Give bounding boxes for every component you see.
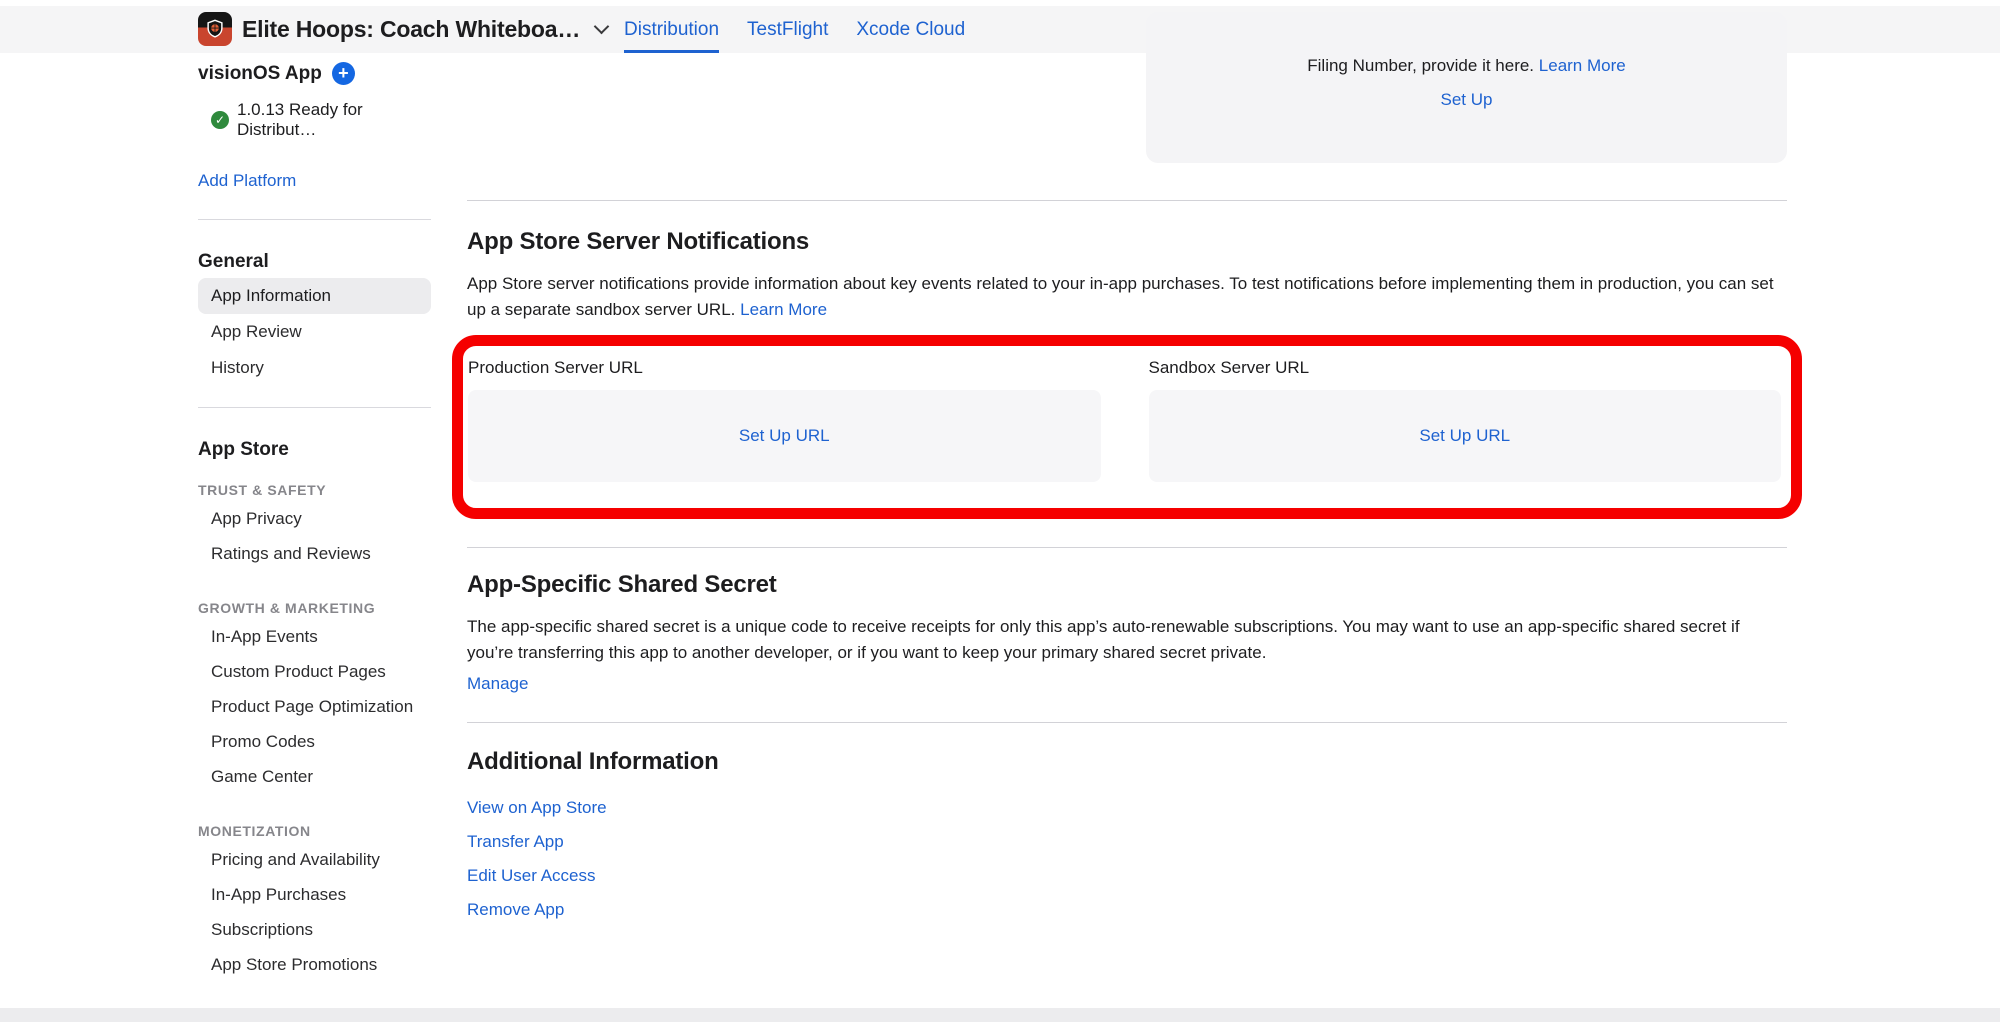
group-label-growth-marketing: GROWTH & MARKETING	[198, 600, 431, 616]
platform-title: visionOS App	[198, 63, 322, 85]
shared-secret-description: The app-specific shared secret is a uniq…	[467, 614, 1787, 666]
app-icon	[198, 12, 232, 46]
section-title-additional-information: Additional Information	[467, 747, 1787, 777]
production-server-url-section: Production Server URL Set Up URL	[468, 350, 1101, 482]
version-row[interactable]: ✓ 1.0.13 Ready for Distribut…	[198, 100, 431, 140]
sidebar-item-app-review[interactable]: App Review	[198, 314, 431, 350]
sidebar-item-game-center[interactable]: Game Center	[198, 759, 431, 794]
red-annotation-box: Production Server URL Set Up URL Sandbox…	[452, 335, 1802, 519]
section-divider	[467, 547, 1787, 548]
notice-card: Filing Number, provide it here. Learn Mo…	[1146, 12, 1787, 163]
group-label-monetization: MONETIZATION	[198, 823, 431, 839]
add-version-plus-icon[interactable]: +	[332, 62, 355, 85]
sidebar-monetization-list: Pricing and Availability In-App Purchase…	[198, 842, 431, 982]
sidebar-heading-app-store: App Store	[198, 439, 431, 461]
sidebar-item-subscriptions[interactable]: Subscriptions	[198, 912, 431, 947]
section-title-server-notifications: App Store Server Notifications	[467, 227, 1787, 257]
notice-message: Filing Number, provide it here.	[1307, 56, 1534, 75]
section-divider	[467, 200, 1787, 201]
sidebar-item-ratings-reviews[interactable]: Ratings and Reviews	[198, 536, 431, 571]
edit-user-access-link[interactable]: Edit User Access	[467, 866, 596, 886]
remove-app-link[interactable]: Remove App	[467, 900, 564, 920]
section-divider	[467, 722, 1787, 723]
app-title: Elite Hoops: Coach Whiteboa…	[242, 16, 580, 43]
production-server-url-card: Set Up URL	[468, 390, 1101, 482]
header-tabs: Distribution TestFlight Xcode Cloud	[624, 6, 965, 53]
additional-information-links: View on App Store Transfer App Edit User…	[467, 791, 1787, 927]
tab-distribution[interactable]: Distribution	[624, 6, 719, 53]
sidebar-item-in-app-purchases[interactable]: In-App Purchases	[198, 877, 431, 912]
sidebar-item-app-privacy[interactable]: App Privacy	[198, 501, 431, 536]
tab-testflight[interactable]: TestFlight	[747, 6, 828, 53]
add-platform-link[interactable]: Add Platform	[198, 171, 296, 191]
notice-learn-more-link[interactable]: Learn More	[1539, 56, 1626, 75]
app-switcher[interactable]: Elite Hoops: Coach Whiteboa…	[242, 6, 607, 53]
server-notifications-text: App Store server notifications provide i…	[467, 274, 1774, 319]
server-notifications-description: App Store server notifications provide i…	[467, 271, 1787, 323]
sidebar-trust-safety-list: App Privacy Ratings and Reviews	[198, 501, 431, 571]
sidebar: visionOS App + ✓ 1.0.13 Ready for Distri…	[198, 62, 431, 982]
manage-link[interactable]: Manage	[467, 674, 528, 694]
footer-bar	[0, 1008, 2000, 1022]
main-content: App Store Server Notifications App Store…	[467, 200, 1787, 927]
sidebar-item-in-app-events[interactable]: In-App Events	[198, 619, 431, 654]
sidebar-divider	[198, 407, 431, 408]
notice-set-up-link[interactable]: Set Up	[1441, 90, 1493, 109]
chevron-down-icon	[594, 19, 610, 35]
transfer-app-link[interactable]: Transfer App	[467, 832, 564, 852]
group-label-trust-safety: TRUST & SAFETY	[198, 482, 431, 498]
sidebar-item-pricing-availability[interactable]: Pricing and Availability	[198, 842, 431, 877]
sandbox-set-up-url-link[interactable]: Set Up URL	[1419, 426, 1510, 446]
sidebar-item-app-store-promotions[interactable]: App Store Promotions	[198, 947, 431, 982]
section-title-shared-secret: App-Specific Shared Secret	[467, 570, 1787, 600]
sidebar-item-promo-codes[interactable]: Promo Codes	[198, 724, 431, 759]
sidebar-heading-general: General	[198, 251, 431, 273]
server-notifications-learn-more-link[interactable]: Learn More	[740, 300, 827, 319]
view-on-app-store-link[interactable]: View on App Store	[467, 798, 607, 818]
sidebar-general-list: App Information App Review History	[198, 278, 431, 386]
sandbox-server-url-label: Sandbox Server URL	[1149, 358, 1782, 378]
sandbox-server-url-section: Sandbox Server URL Set Up URL	[1149, 350, 1782, 482]
sidebar-item-custom-product-pages[interactable]: Custom Product Pages	[198, 654, 431, 689]
sandbox-server-url-card: Set Up URL	[1149, 390, 1782, 482]
version-status: 1.0.13 Ready for Distribut…	[237, 100, 431, 140]
tab-xcode-cloud[interactable]: Xcode Cloud	[856, 6, 965, 53]
production-server-url-label: Production Server URL	[468, 358, 1101, 378]
sidebar-growth-marketing-list: In-App Events Custom Product Pages Produ…	[198, 619, 431, 794]
sidebar-divider	[198, 219, 431, 220]
page: Elite Hoops: Coach Whiteboa… Distributio…	[0, 0, 2000, 1022]
production-set-up-url-link[interactable]: Set Up URL	[739, 426, 830, 446]
notice-text: Filing Number, provide it here. Learn Mo…	[1146, 56, 1787, 76]
sidebar-item-product-page-optimization[interactable]: Product Page Optimization	[198, 689, 431, 724]
shield-basketball-icon	[204, 18, 226, 40]
success-check-icon: ✓	[211, 111, 229, 129]
sidebar-item-app-information[interactable]: App Information	[198, 278, 431, 314]
sidebar-item-history[interactable]: History	[198, 350, 431, 386]
